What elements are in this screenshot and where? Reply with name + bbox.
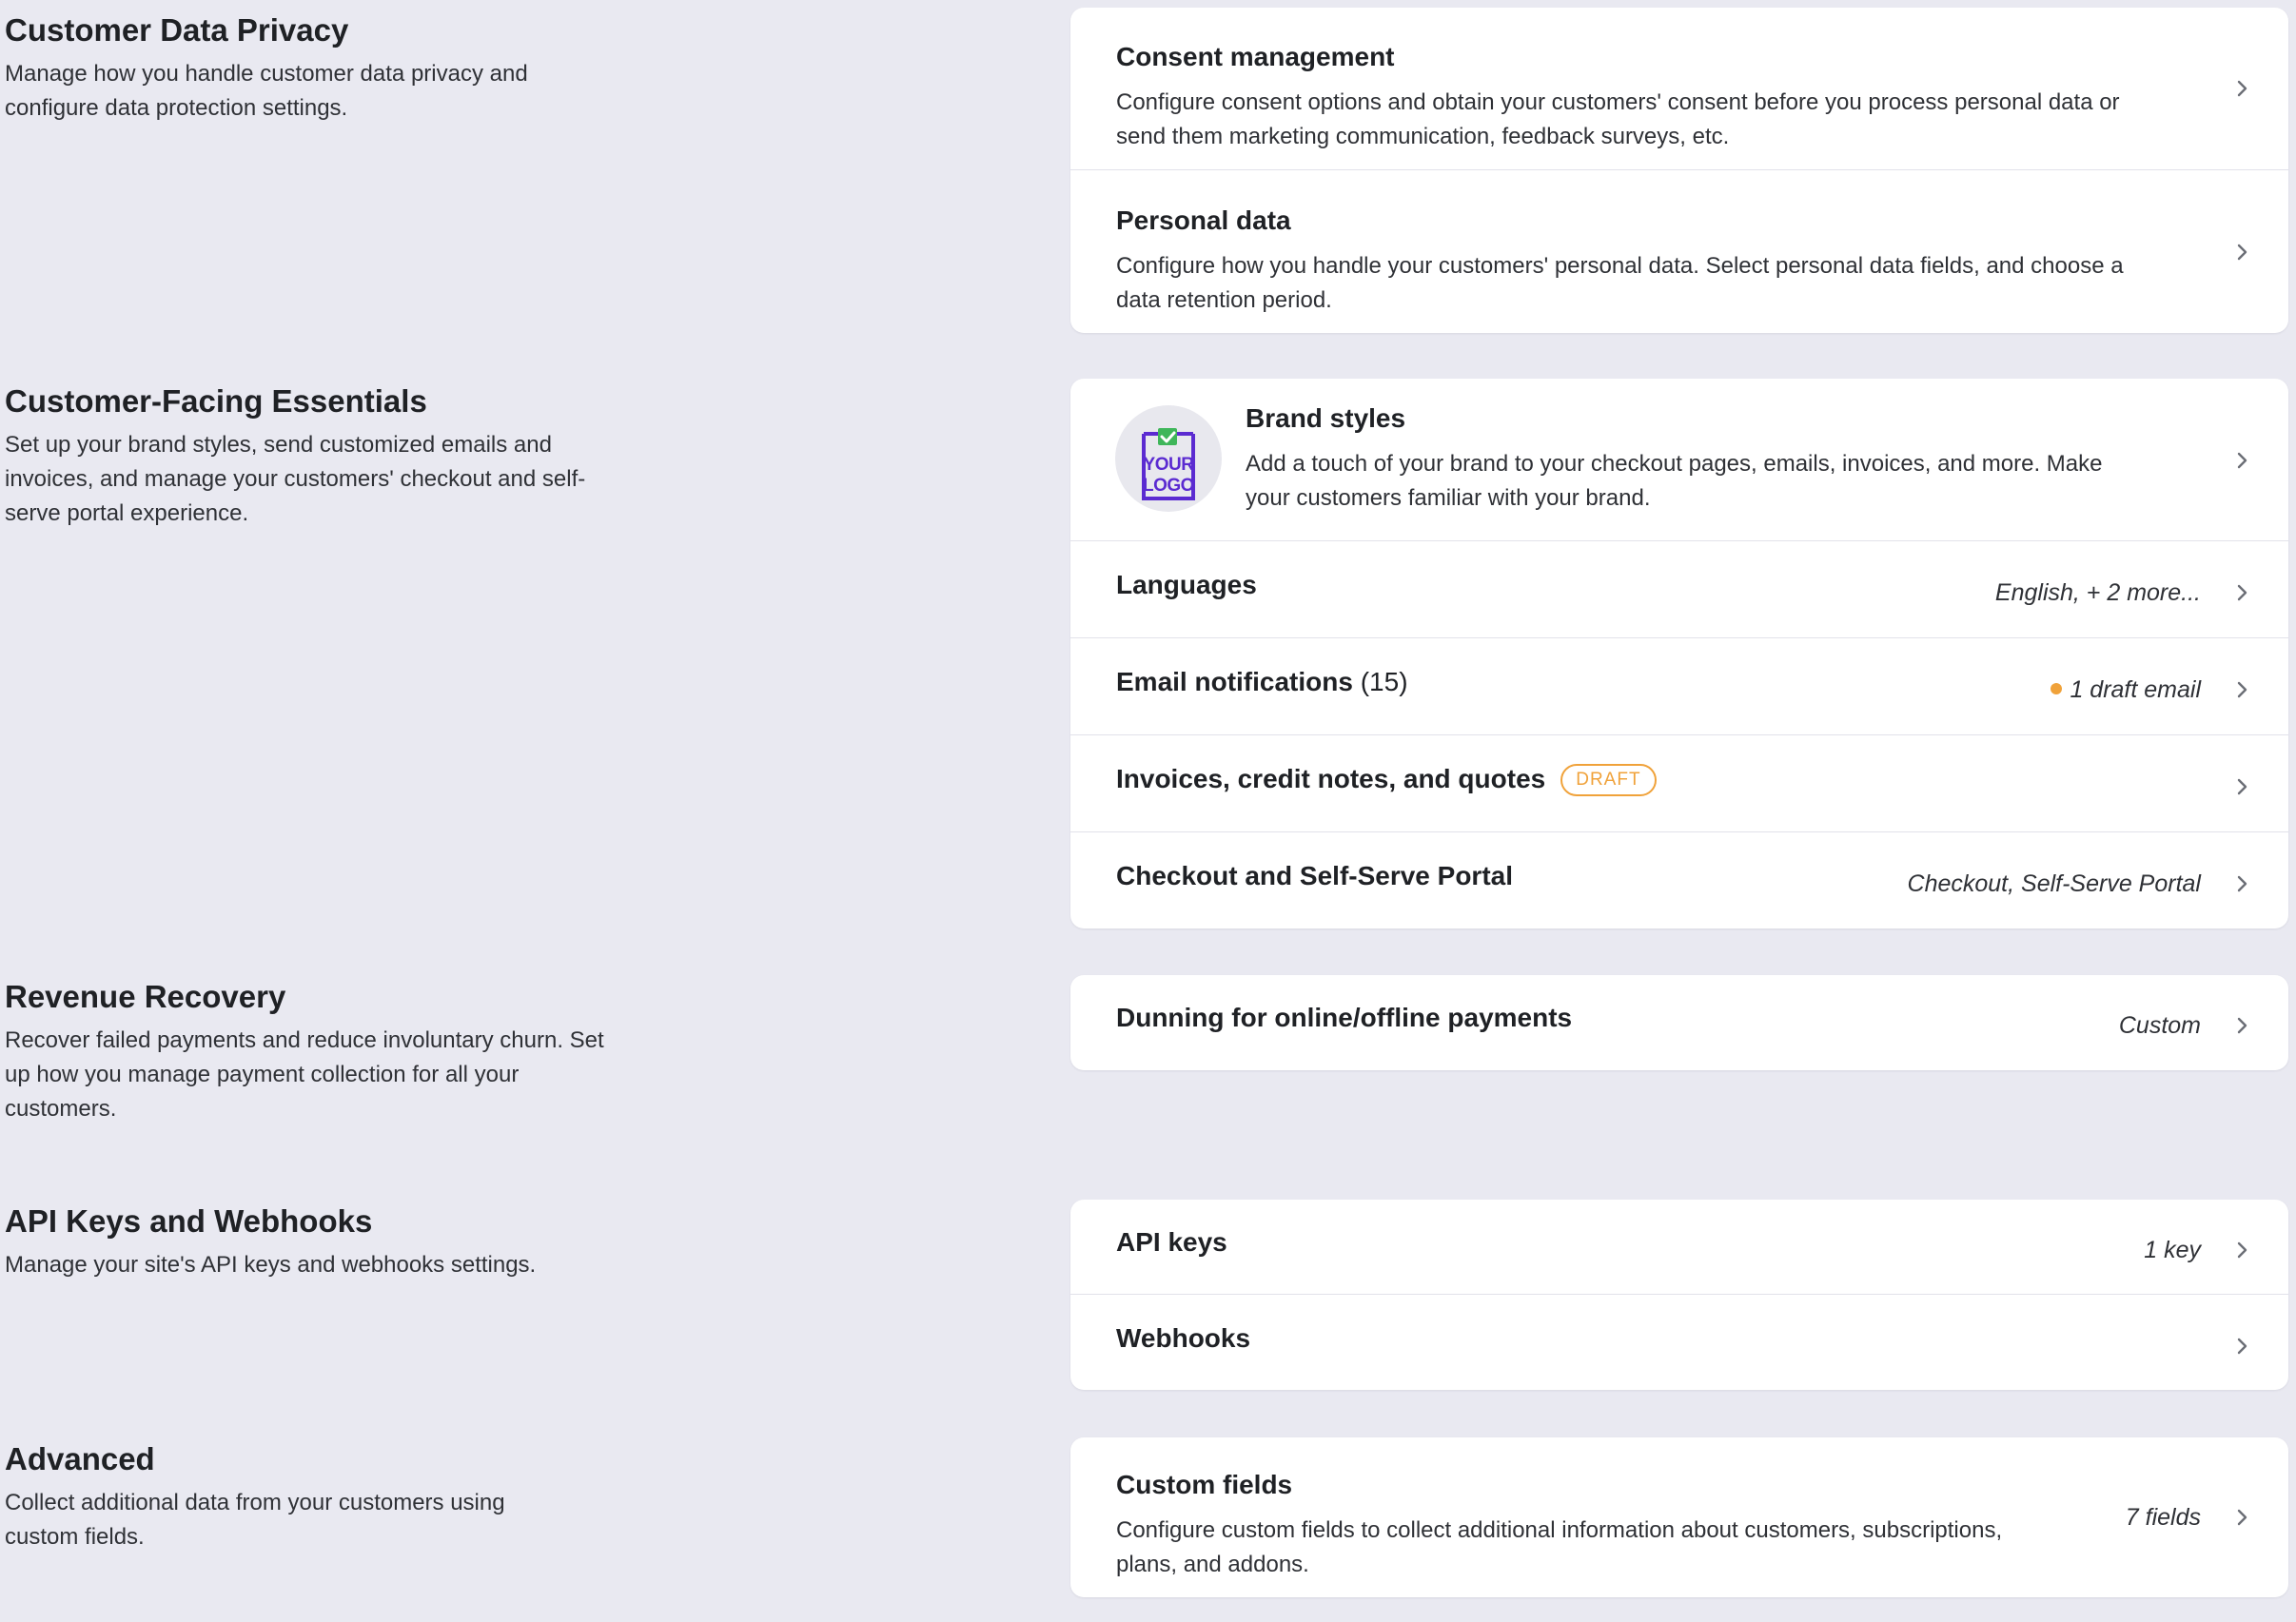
draft-badge: DRAFT — [1560, 764, 1657, 796]
section-description: Manage how you handle customer data priv… — [5, 61, 528, 121]
section-title: Revenue Recovery — [5, 979, 286, 1014]
settings-row-personal-data[interactable]: Personal data Configure how you handle y… — [1070, 170, 2288, 333]
row-title-text: Invoices, credit notes, and quotes — [1116, 764, 1546, 793]
chevron-right-icon — [2231, 1015, 2252, 1036]
section-title: Advanced — [5, 1441, 155, 1476]
row-title: Webhooks — [1116, 1323, 1251, 1353]
logo-text-line-2: LOGO — [1143, 476, 1194, 496]
section-title: Customer Data Privacy — [5, 12, 349, 48]
row-title: Consent management — [1116, 42, 1395, 71]
row-value: 1 draft email — [2070, 676, 2201, 703]
row-status: 1 draft email — [2051, 673, 2201, 707]
settings-row-api-keys[interactable]: API keys 1 key — [1070, 1200, 2288, 1295]
settings-row-languages[interactable]: Languages English, + 2 more... — [1070, 541, 2288, 638]
row-title: API keys — [1116, 1227, 1227, 1257]
section-description: Set up your brand styles, send customize… — [5, 432, 586, 526]
row-value: Checkout, Self-Serve Portal — [1907, 870, 2201, 897]
row-title: Languages — [1116, 570, 1257, 599]
card-revenue-recovery: Dunning for online/offline payments Cust… — [1070, 975, 2288, 1070]
chevron-right-icon — [2231, 1507, 2252, 1528]
section-info: Customer-Facing Essentials Set up your b… — [5, 382, 614, 531]
settings-row-email-notifications[interactable]: Email notifications (15) 1 draft email — [1070, 638, 2288, 735]
settings-row-brand-styles[interactable]: YOUR LOGO Brand styles Add a touch of yo… — [1070, 379, 2288, 541]
section-info: API Keys and Webhooks Manage your site's… — [5, 1202, 614, 1282]
row-count: (15) — [1360, 667, 1408, 696]
row-value: Custom — [2118, 1012, 2201, 1039]
row-value: English, + 2 more... — [1994, 579, 2201, 606]
section-info: Advanced Collect additional data from yo… — [5, 1440, 614, 1554]
section-info: Customer Data Privacy Manage how you han… — [5, 11, 614, 126]
row-value: 7 fields — [2125, 1504, 2201, 1531]
row-value: 1 key — [2144, 1237, 2201, 1263]
logo-text-line-1: YOUR — [1143, 455, 1194, 475]
row-title: Personal data — [1116, 205, 1291, 235]
card-customer-data-privacy: Consent management Configure consent opt… — [1070, 8, 2288, 333]
section-title: API Keys and Webhooks — [5, 1203, 373, 1239]
chevron-right-icon — [2231, 873, 2252, 894]
row-title-text: Email notifications — [1116, 667, 1353, 696]
settings-row-invoices[interactable]: Invoices, credit notes, and quotes DRAFT — [1070, 735, 2288, 832]
settings-row-checkout-portal[interactable]: Checkout and Self-Serve Portal Checkout,… — [1070, 832, 2288, 928]
brand-logo-placeholder-icon: YOUR LOGO — [1115, 405, 1222, 512]
settings-row-consent-management[interactable]: Consent management Configure consent opt… — [1070, 8, 2288, 170]
row-title: Email notifications (15) — [1116, 665, 1408, 699]
row-description: Configure how you handle your customers'… — [1116, 253, 2124, 313]
row-description: Configure custom fields to collect addit… — [1116, 1517, 2003, 1577]
status-dot-icon — [2051, 683, 2063, 694]
card-customer-facing-essentials: YOUR LOGO Brand styles Add a touch of yo… — [1070, 379, 2288, 928]
section-title: Customer-Facing Essentials — [5, 383, 427, 419]
row-title: Invoices, credit notes, and quotes DRAFT — [1116, 762, 1657, 796]
settings-row-webhooks[interactable]: Webhooks — [1070, 1295, 2288, 1390]
row-title: Custom fields — [1116, 1470, 1293, 1499]
settings-row-dunning[interactable]: Dunning for online/offline payments Cust… — [1070, 975, 2288, 1070]
chevron-right-icon — [2231, 679, 2252, 700]
section-description: Manage your site's API keys and webhooks… — [5, 1252, 537, 1278]
card-api-keys-webhooks: API keys 1 key Webhooks — [1070, 1200, 2288, 1390]
chevron-right-icon — [2231, 776, 2252, 797]
section-description: Recover failed payments and reduce invol… — [5, 1027, 604, 1122]
settings-row-custom-fields[interactable]: Custom fields Configure custom fields to… — [1070, 1437, 2288, 1597]
chevron-right-icon — [2231, 1240, 2252, 1260]
row-title: Dunning for online/offline payments — [1116, 1003, 1573, 1032]
row-description: Add a touch of your brand to your checko… — [1246, 451, 2103, 511]
chevron-right-icon — [2231, 1336, 2252, 1357]
card-advanced: Custom fields Configure custom fields to… — [1070, 1437, 2288, 1597]
row-title: Brand styles — [1246, 403, 1406, 433]
section-description: Collect additional data from your custom… — [5, 1490, 505, 1550]
row-description: Configure consent options and obtain you… — [1116, 89, 2120, 149]
section-info: Revenue Recovery Recover failed payments… — [5, 978, 614, 1126]
chevron-right-icon — [2231, 78, 2252, 99]
row-title: Checkout and Self-Serve Portal — [1116, 861, 1514, 890]
chevron-right-icon — [2231, 450, 2252, 471]
chevron-right-icon — [2231, 582, 2252, 603]
chevron-right-icon — [2231, 242, 2252, 263]
